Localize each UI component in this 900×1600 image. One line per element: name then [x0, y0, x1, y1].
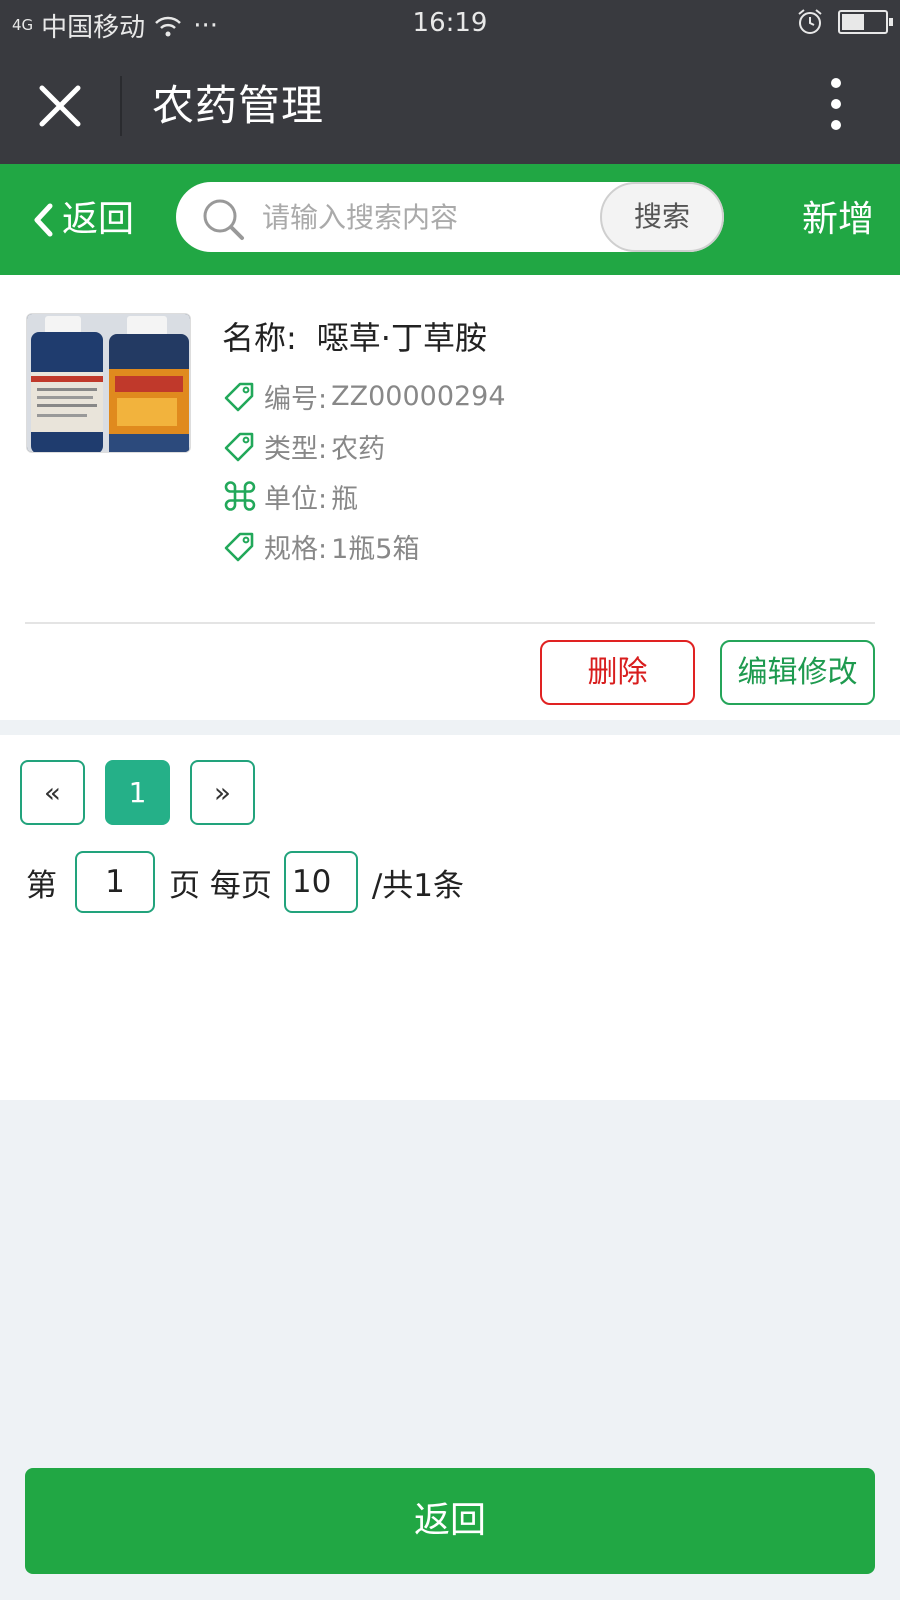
product-photo — [27, 314, 190, 452]
add-button[interactable]: 新增 — [802, 196, 874, 244]
battery-level — [842, 14, 864, 30]
status-right — [796, 8, 893, 36]
field-code: 编号: ZZ00000294 — [222, 371, 862, 421]
command-icon — [224, 481, 256, 511]
name-row: 名称: 噁草·丁草胺 — [222, 313, 862, 363]
back-link[interactable]: 返回 — [30, 196, 134, 244]
toolbar: 返回 搜索 新增 — [0, 164, 900, 275]
field-label: 单位: — [264, 483, 328, 515]
field-label: 规格: — [264, 533, 328, 565]
pagination: « 1 » 第 1 页 每页 10 /共1条 — [0, 735, 900, 1100]
title-divider — [120, 76, 122, 136]
tag-icon — [224, 532, 254, 562]
item-info: 名称: 噁草·丁草胺 编号: ZZ00000294 类型: 农药 单位: 瓶 规… — [222, 313, 862, 571]
page-1-button[interactable]: 1 — [105, 760, 170, 825]
bottom-back-button[interactable]: 返回 — [25, 1468, 875, 1574]
tag-icon — [224, 432, 254, 462]
name-label: 名称: — [222, 319, 297, 357]
back-label: 返回 — [62, 199, 135, 240]
field-label: 类型: — [264, 433, 328, 465]
prev-page-button[interactable]: « — [20, 760, 85, 825]
item-name: 噁草·丁草胺 — [316, 319, 487, 357]
more-dot — [831, 120, 841, 130]
field-unit: 单位: 瓶 — [222, 471, 862, 521]
field-value: 农药 — [331, 433, 386, 465]
page-prefix: 第 — [26, 867, 57, 904]
field-value: 瓶 — [331, 483, 359, 515]
field-type: 类型: 农药 — [222, 421, 862, 471]
close-icon[interactable] — [30, 76, 90, 136]
alarm-icon — [798, 9, 822, 34]
more-vertical-icon[interactable] — [824, 78, 848, 134]
title-bar: 农药管理 — [0, 48, 900, 164]
field-value: ZZ00000294 — [331, 380, 506, 412]
page-info: 第 1 页 每页 10 /共1条 — [26, 850, 464, 914]
product-image[interactable] — [26, 313, 191, 453]
delete-button[interactable]: 删除 — [540, 640, 695, 705]
search-box: 搜索 — [176, 182, 724, 252]
search-icon — [203, 199, 244, 240]
page-number-input[interactable]: 1 — [75, 851, 155, 913]
field-label: 编号: — [264, 383, 328, 415]
more-dot — [831, 78, 841, 88]
tag-icon — [224, 382, 254, 412]
status-bar: 4G 中国移动 ··· 16:19 — [0, 0, 900, 48]
battery-icon — [838, 10, 893, 34]
field-spec: 规格: 1瓶5箱 — [222, 521, 862, 571]
pesticide-card: 名称: 噁草·丁草胺 编号: ZZ00000294 类型: 农药 单位: 瓶 规… — [0, 275, 900, 720]
search-button[interactable]: 搜索 — [600, 182, 724, 252]
page-size-input[interactable]: 10 — [283, 851, 358, 913]
search-input[interactable] — [262, 190, 592, 244]
total-count: /共1条 — [371, 867, 465, 904]
page-suffix: 页 每页 — [169, 867, 272, 904]
field-value: 1瓶5箱 — [331, 533, 420, 565]
more-dot — [831, 99, 841, 109]
page-title: 农药管理 — [152, 81, 325, 130]
next-page-button[interactable]: » — [190, 760, 255, 825]
card-divider — [25, 622, 875, 624]
edit-button[interactable]: 编辑修改 — [720, 640, 875, 705]
status-time: 16:19 — [412, 8, 488, 38]
chevron-left-icon — [34, 203, 53, 237]
